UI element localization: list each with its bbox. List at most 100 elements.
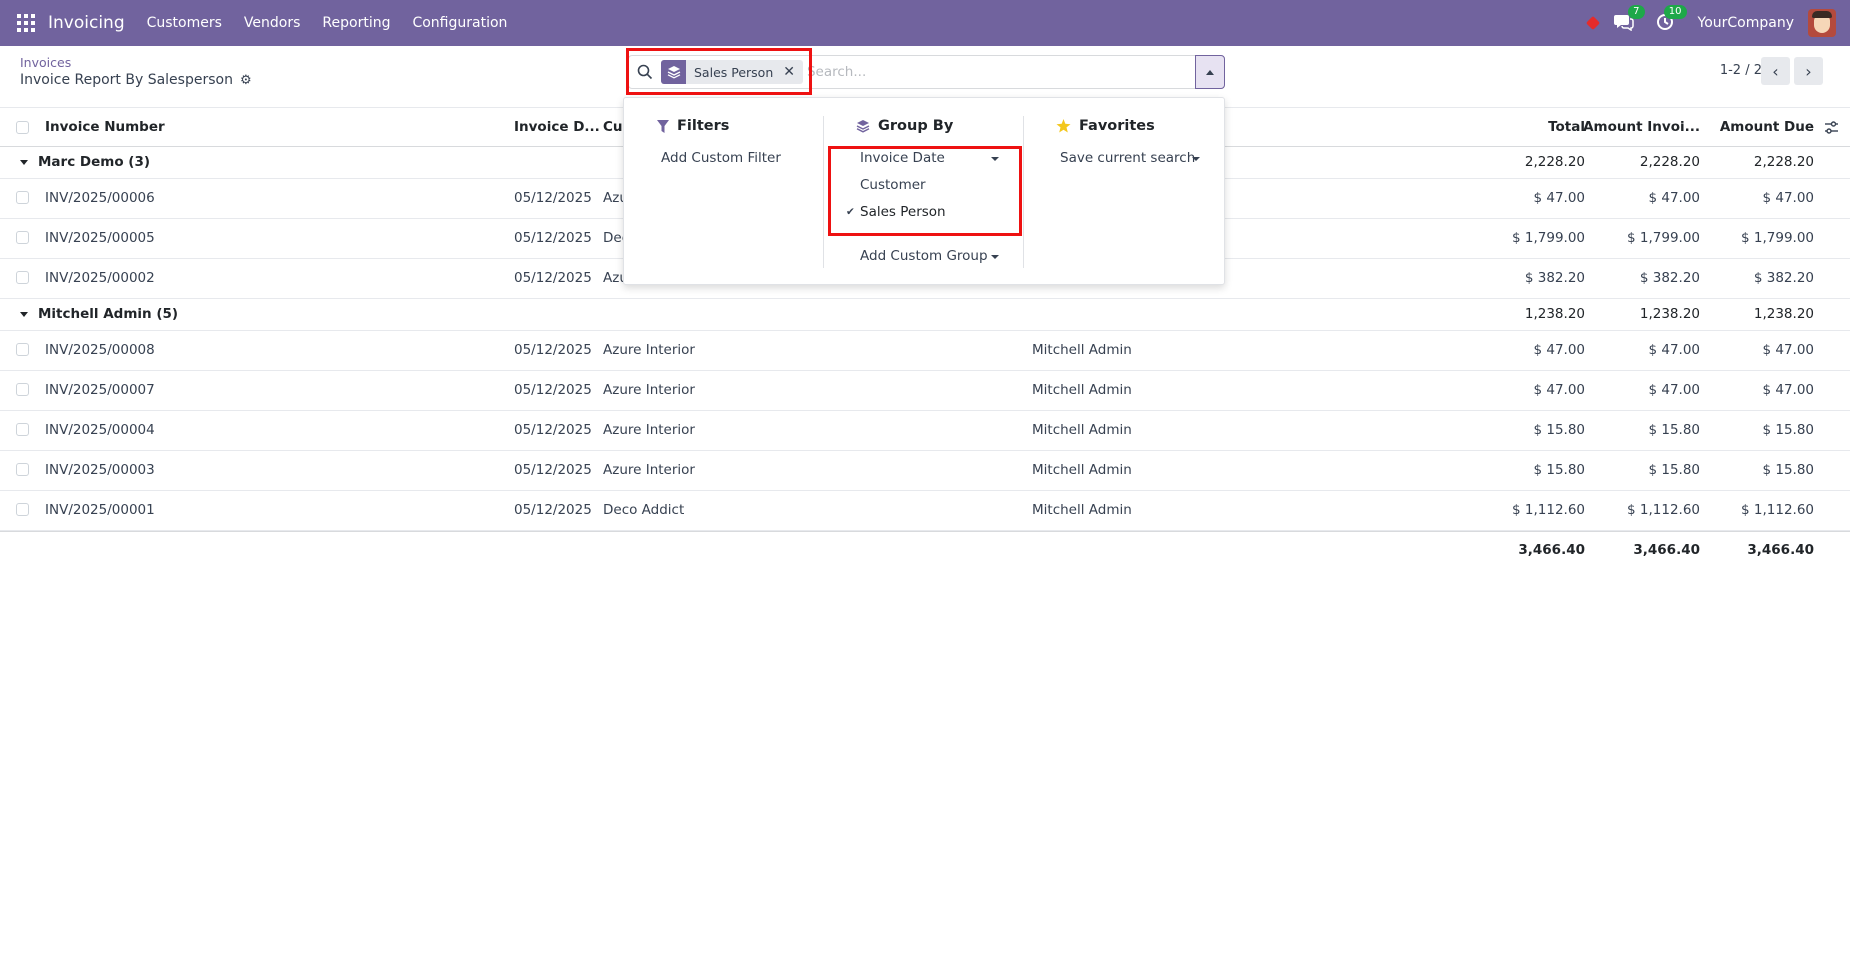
app-brand[interactable]: Invoicing bbox=[48, 13, 125, 33]
cell-invoiced: $ 47.00 bbox=[1648, 382, 1700, 398]
search-input[interactable] bbox=[806, 64, 1224, 80]
optional-columns-icon[interactable] bbox=[1824, 120, 1839, 135]
cell-invoiced: $ 47.00 bbox=[1648, 342, 1700, 358]
chevron-right-icon: › bbox=[1805, 61, 1812, 81]
cell-salesperson: Mitchell Admin bbox=[1032, 502, 1132, 518]
activities-button[interactable]: 10 bbox=[1656, 5, 1687, 33]
header-amount-due[interactable]: Amount Due bbox=[1720, 119, 1814, 135]
caret-down-icon[interactable] bbox=[1192, 157, 1200, 161]
groupby-option-invoice-date[interactable]: Invoice Date bbox=[860, 150, 945, 166]
cell-customer: Azure Interior bbox=[603, 462, 695, 478]
groupby-option-sales-person[interactable]: Sales Person bbox=[860, 204, 946, 220]
cell-total: $ 47.00 bbox=[1533, 190, 1585, 206]
caret-down-icon bbox=[20, 160, 28, 165]
checkmark-icon: ✔ bbox=[846, 206, 855, 218]
gear-icon[interactable]: ⚙ bbox=[240, 73, 252, 88]
cell-total: $ 47.00 bbox=[1533, 342, 1585, 358]
pager-next-button[interactable]: › bbox=[1794, 57, 1823, 85]
row-checkbox[interactable] bbox=[16, 503, 29, 516]
cell-due: $ 47.00 bbox=[1762, 190, 1814, 206]
table-row[interactable]: INV/2025/00001 05/12/2025 Deco Addict Mi… bbox=[0, 491, 1850, 531]
cell-invoiced: $ 15.80 bbox=[1648, 422, 1700, 438]
filters-title: Filters bbox=[677, 118, 730, 134]
grand-due: 3,466.40 bbox=[1747, 542, 1814, 558]
cell-invoice-date: 05/12/2025 bbox=[514, 502, 592, 518]
cell-due: $ 382.20 bbox=[1753, 270, 1814, 286]
cell-due: $ 1,799.00 bbox=[1741, 230, 1814, 246]
messages-button[interactable]: 7 bbox=[1613, 5, 1645, 33]
header-total[interactable]: Total bbox=[1548, 119, 1585, 135]
grand-invoiced: 3,466.40 bbox=[1633, 542, 1700, 558]
grand-total: 3,466.40 bbox=[1518, 542, 1585, 558]
column-divider bbox=[1023, 116, 1024, 268]
apps-menu-icon[interactable] bbox=[17, 14, 35, 32]
cell-invoice-date: 05/12/2025 bbox=[514, 190, 592, 206]
cell-salesperson: Mitchell Admin bbox=[1032, 462, 1132, 478]
menu-reporting[interactable]: Reporting bbox=[322, 15, 390, 31]
header-invoice-number[interactable]: Invoice Number bbox=[45, 119, 165, 135]
header-invoice-date[interactable]: Invoice D... bbox=[514, 119, 600, 135]
caret-down-icon bbox=[20, 312, 28, 317]
row-checkbox[interactable] bbox=[16, 383, 29, 396]
page-title-text: Invoice Report By Salesperson bbox=[20, 72, 233, 88]
row-checkbox[interactable] bbox=[16, 423, 29, 436]
add-custom-filter[interactable]: Add Custom Filter bbox=[661, 150, 781, 166]
search-facet-label: Sales Person bbox=[694, 64, 774, 80]
cell-invoice-date: 05/12/2025 bbox=[514, 342, 592, 358]
menu-customers[interactable]: Customers bbox=[147, 15, 222, 31]
group-due: 2,228.20 bbox=[1753, 154, 1814, 170]
search-panel-dropdown: Filters Add Custom Filter Group By Invoi… bbox=[623, 97, 1225, 285]
cell-customer: Azure Interior bbox=[603, 382, 695, 398]
star-icon bbox=[1056, 119, 1071, 133]
cell-invoice-number: INV/2025/00002 bbox=[45, 270, 155, 286]
table-row[interactable]: INV/2025/00007 05/12/2025 Azure Interior… bbox=[0, 371, 1850, 411]
cell-customer: Azure Interior bbox=[603, 422, 695, 438]
save-current-search[interactable]: Save current search bbox=[1060, 150, 1195, 166]
groupby-option-customer[interactable]: Customer bbox=[860, 177, 926, 193]
caret-down-icon[interactable] bbox=[991, 255, 999, 259]
company-switcher[interactable]: YourCompany bbox=[1698, 15, 1795, 31]
row-checkbox[interactable] bbox=[16, 231, 29, 244]
layers-icon bbox=[661, 60, 686, 84]
row-checkbox[interactable] bbox=[16, 343, 29, 356]
row-checkbox[interactable] bbox=[16, 463, 29, 476]
menu-configuration[interactable]: Configuration bbox=[412, 15, 507, 31]
debug-indicator-icon[interactable] bbox=[1585, 15, 1600, 31]
add-custom-group[interactable]: Add Custom Group bbox=[860, 248, 988, 264]
pager-previous-button[interactable]: ‹ bbox=[1761, 57, 1790, 85]
page-title: Invoice Report By Salesperson ⚙ bbox=[20, 72, 252, 88]
cell-total: $ 15.80 bbox=[1533, 422, 1585, 438]
cell-invoiced: $ 1,799.00 bbox=[1627, 230, 1700, 246]
table-row[interactable]: INV/2025/00008 05/12/2025 Azure Interior… bbox=[0, 331, 1850, 371]
menu-vendors[interactable]: Vendors bbox=[244, 15, 300, 31]
table-row[interactable]: INV/2025/00004 05/12/2025 Azure Interior… bbox=[0, 411, 1850, 451]
close-icon[interactable]: ✕ bbox=[783, 64, 803, 80]
row-checkbox[interactable] bbox=[16, 271, 29, 284]
cell-invoice-date: 05/12/2025 bbox=[514, 270, 592, 286]
user-avatar[interactable] bbox=[1808, 9, 1836, 37]
favorites-header: Favorites bbox=[1056, 118, 1155, 134]
cell-customer: Azure Interior bbox=[603, 342, 695, 358]
pager-value[interactable]: 1-2 / 2 bbox=[1720, 63, 1762, 78]
group-row-mitchell-admin[interactable]: Mitchell Admin (5) 1,238.20 1,238.20 1,2… bbox=[0, 299, 1850, 331]
caret-down-icon[interactable] bbox=[991, 157, 999, 161]
group-invoiced: 1,238.20 bbox=[1639, 306, 1700, 322]
cell-due: $ 47.00 bbox=[1762, 342, 1814, 358]
search-bar: Sales Person ✕ bbox=[628, 55, 1225, 89]
select-all-checkbox[interactable] bbox=[16, 121, 29, 134]
cell-customer: Deco Addict bbox=[603, 502, 685, 518]
search-options-toggle[interactable] bbox=[1195, 55, 1225, 89]
cell-total: $ 15.80 bbox=[1533, 462, 1585, 478]
cell-total: $ 1,112.60 bbox=[1512, 502, 1585, 518]
top-navbar: Invoicing Customers Vendors Reporting Co… bbox=[0, 0, 1850, 46]
cell-invoiced: $ 1,112.60 bbox=[1627, 502, 1700, 518]
cell-invoice-date: 05/12/2025 bbox=[514, 422, 592, 438]
group-total: 2,228.20 bbox=[1524, 154, 1585, 170]
group-label: Mitchell Admin (5) bbox=[38, 306, 179, 322]
header-amount-invoiced[interactable]: Amount Invoi... bbox=[1583, 119, 1700, 135]
row-checkbox[interactable] bbox=[16, 191, 29, 204]
cell-total: $ 382.20 bbox=[1524, 270, 1585, 286]
cell-invoice-number: INV/2025/00003 bbox=[45, 462, 155, 478]
table-row[interactable]: INV/2025/00003 05/12/2025 Azure Interior… bbox=[0, 451, 1850, 491]
breadcrumb-invoices[interactable]: Invoices bbox=[20, 55, 71, 70]
